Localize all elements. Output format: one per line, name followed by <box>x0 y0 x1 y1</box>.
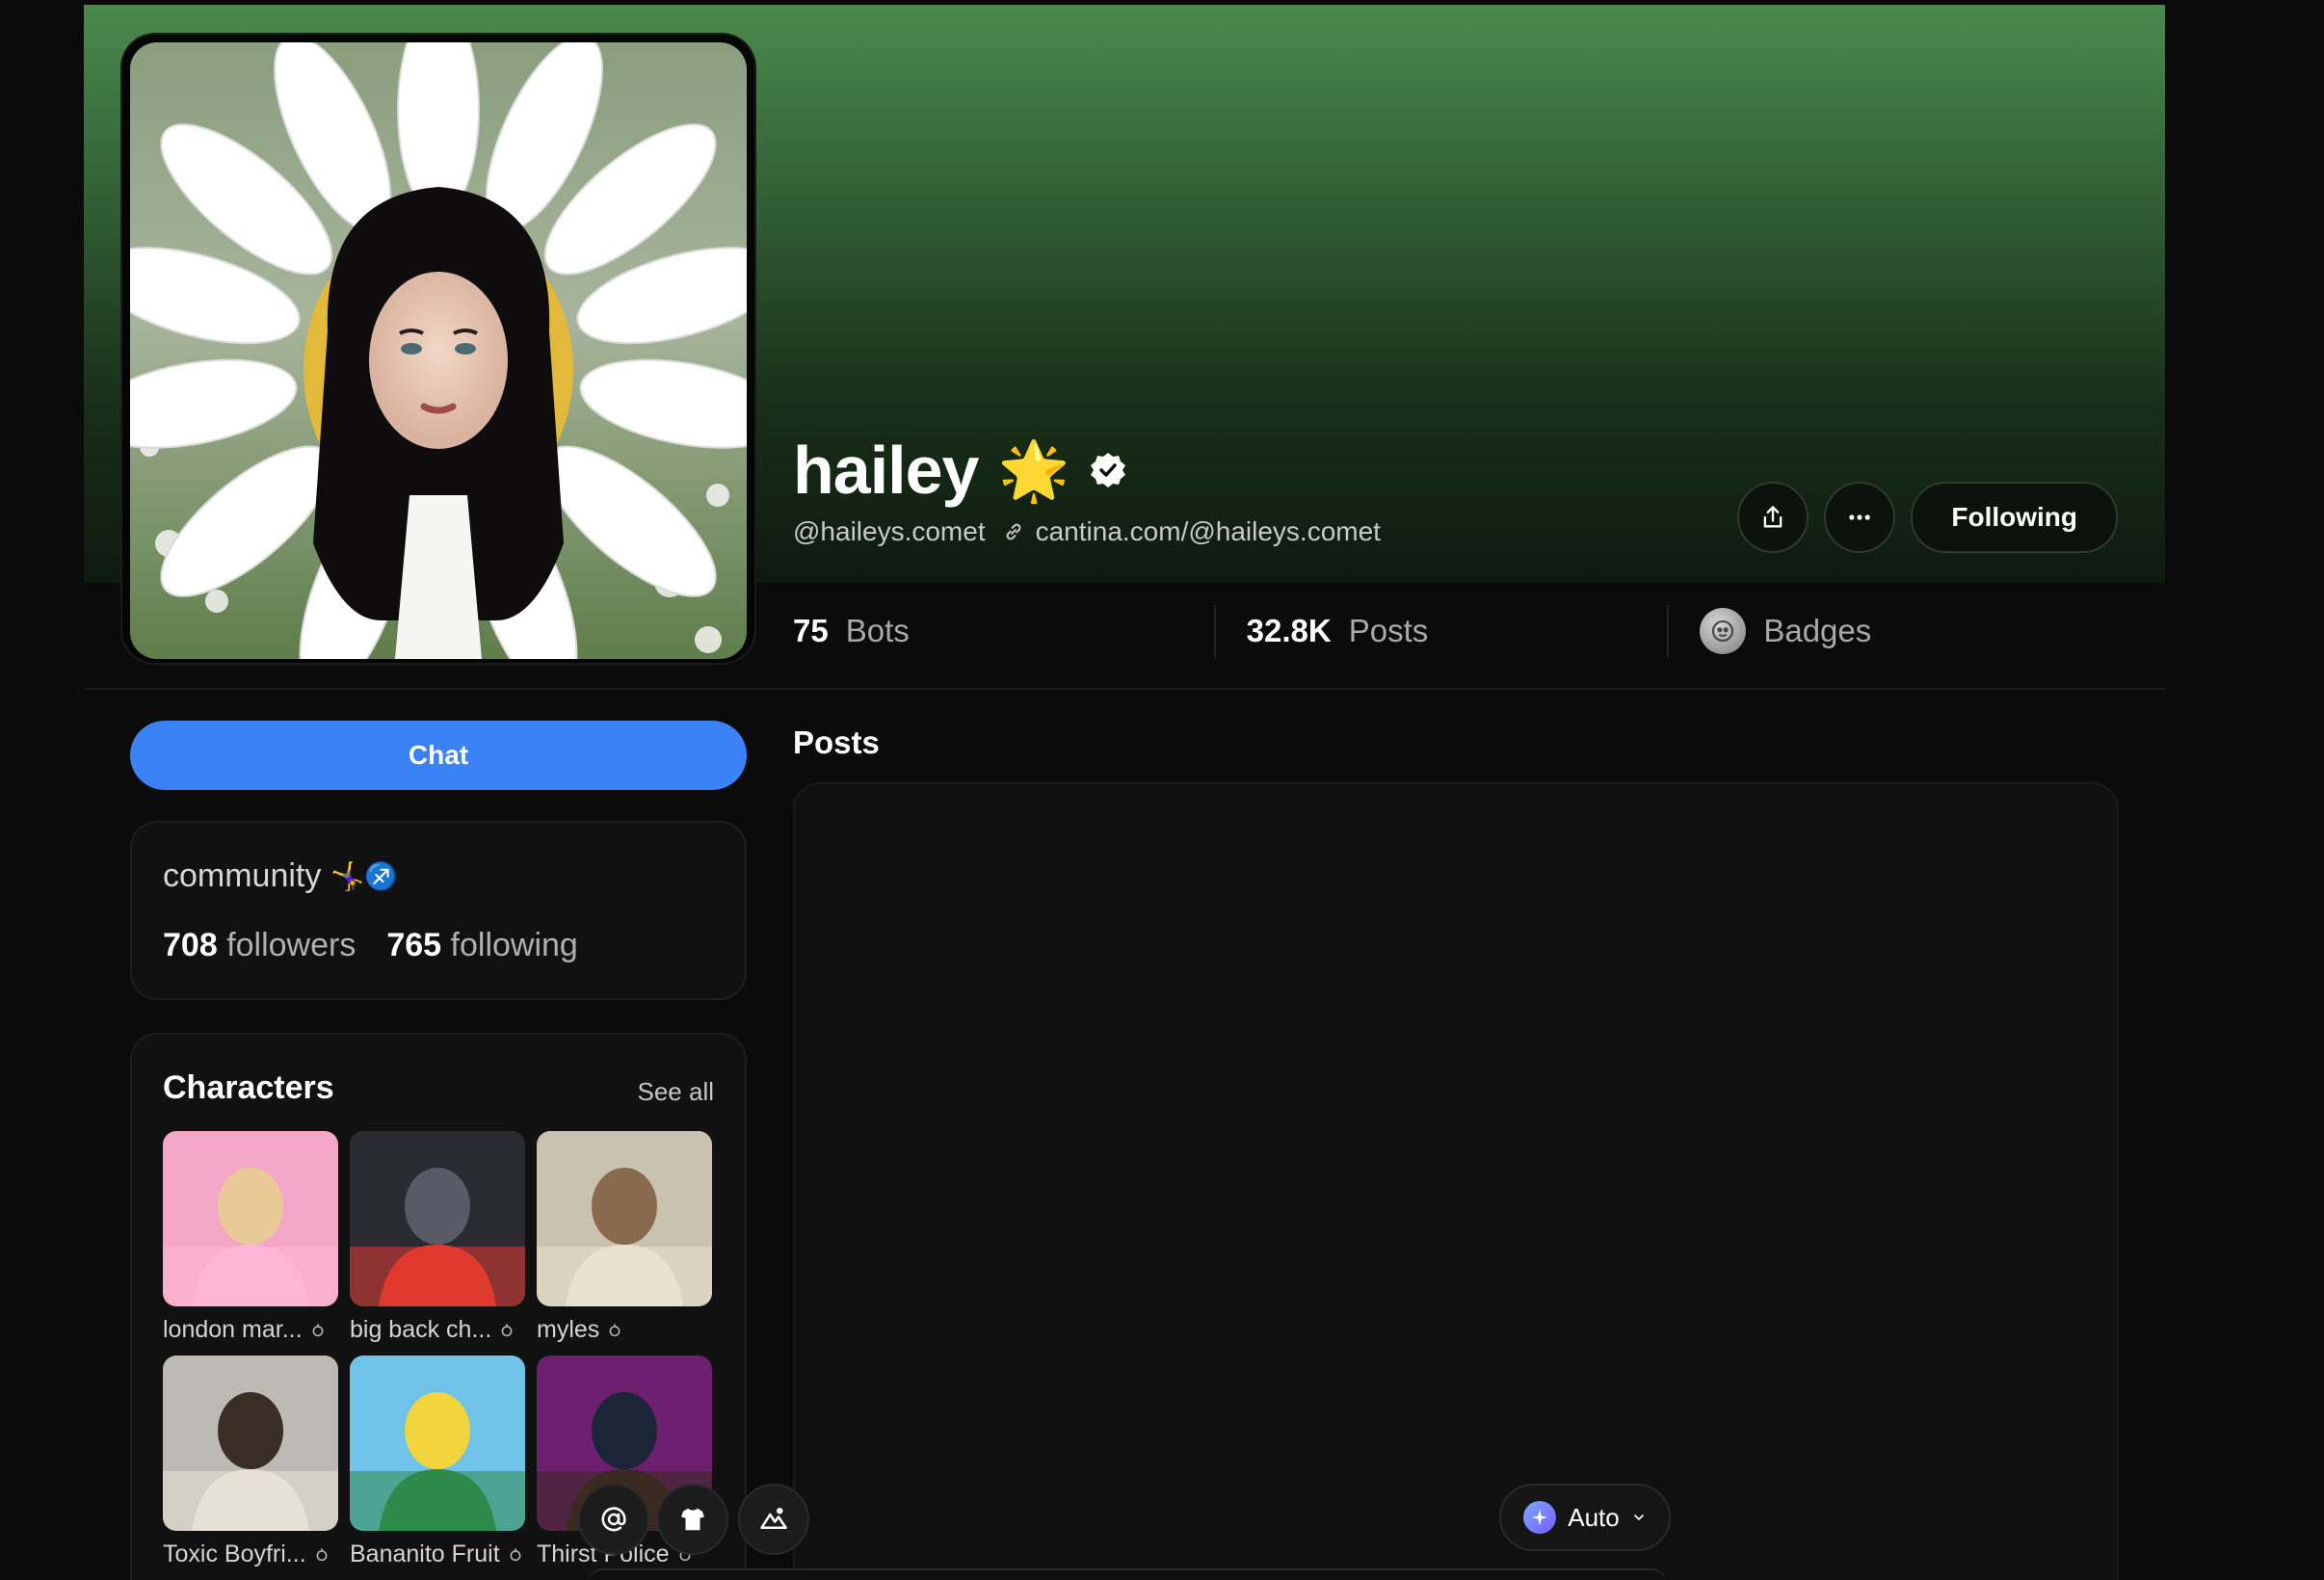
character-thumbnail <box>163 1356 338 1531</box>
posts-section-title: Posts <box>793 724 880 760</box>
character-name: london mar... <box>163 1316 303 1343</box>
stat-bots[interactable]: 75 Bots <box>793 613 1214 649</box>
characters-card: Characters See all london mar... big back… <box>130 1033 747 1580</box>
mention-button[interactable] <box>578 1484 649 1555</box>
profile-link-text: cantina.com/@haileys.comet <box>1035 516 1381 546</box>
character-label: london mar... <box>163 1316 338 1344</box>
profile-picture[interactable] <box>130 42 747 659</box>
sparkle-icon <box>1523 1501 1557 1534</box>
stat-badges[interactable]: Badges <box>1667 605 2121 657</box>
image-icon <box>759 1505 788 1534</box>
character-name: Bananito Fruit <box>350 1540 500 1567</box>
more-options-button[interactable] <box>1824 482 1896 553</box>
followers-link[interactable]: 708 followers <box>163 927 356 964</box>
profile-link[interactable]: cantina.com/@haileys.comet <box>1003 516 1381 547</box>
community-title-text: community <box>163 857 322 894</box>
share-icon <box>1759 504 1786 531</box>
share-button[interactable] <box>1737 482 1809 553</box>
at-icon <box>599 1505 628 1534</box>
posts-label: Posts <box>1348 613 1429 648</box>
profile-page: hailey 🌟 @haileys.comet cantina.com/@hai… <box>0 0 2324 1580</box>
following-link[interactable]: 765 following <box>386 927 578 964</box>
profile-handle: @haileys.comet <box>793 516 986 546</box>
character-card[interactable]: big back ch... <box>350 1131 525 1344</box>
following-count: 765 <box>386 927 442 963</box>
bots-label: Bots <box>845 613 910 648</box>
character-thumbnail <box>537 1131 712 1306</box>
image-button[interactable] <box>738 1484 809 1555</box>
character-card[interactable]: Bananito Fruit <box>350 1356 525 1568</box>
chat-count-icon <box>607 1323 622 1338</box>
following-label: following <box>450 927 578 963</box>
profile-actions: Following <box>1737 482 2118 553</box>
community-title: community 🤸‍♀️♐ <box>163 857 398 895</box>
more-icon <box>1846 504 1873 531</box>
stat-posts[interactable]: 32.8K Posts <box>1213 605 1668 657</box>
chat-count-icon <box>314 1547 330 1563</box>
shirt-icon <box>678 1505 707 1534</box>
model-selector[interactable]: Auto <box>1499 1484 1671 1551</box>
characters-title: Characters <box>163 1069 334 1106</box>
chat-count-icon <box>310 1323 326 1338</box>
posts-count: 32.8K <box>1246 613 1332 648</box>
posts-feed <box>793 782 2119 1580</box>
character-label: myles <box>537 1316 712 1344</box>
star-emoji: 🌟 <box>997 437 1070 503</box>
chat-count-icon <box>499 1323 515 1338</box>
followers-label: followers <box>226 927 357 963</box>
character-thumbnail <box>350 1356 525 1531</box>
bots-count: 75 <box>793 613 829 648</box>
character-thumbnail <box>163 1131 338 1306</box>
chat-count-icon <box>508 1547 523 1563</box>
profile-name: hailey <box>793 433 979 508</box>
following-button[interactable]: Following <box>1911 482 2118 553</box>
chat-button[interactable]: Chat <box>130 721 747 790</box>
character-name: big back ch... <box>350 1316 492 1343</box>
character-card[interactable]: london mar... <box>163 1131 338 1344</box>
profile-name-row: hailey 🌟 <box>793 432 1127 509</box>
character-name: myles <box>537 1316 600 1343</box>
character-label: big back ch... <box>350 1316 525 1344</box>
character-label: Toxic Boyfri... <box>163 1540 338 1568</box>
composer-bar[interactable] <box>588 1568 1667 1580</box>
character-label: Bananito Fruit <box>350 1540 525 1568</box>
model-label: Auto <box>1568 1502 1620 1532</box>
community-card: community 🤸‍♀️♐ 708 followers 765 follow… <box>130 821 747 1000</box>
handle-row: @haileys.comet cantina.com/@haileys.come… <box>793 516 1381 547</box>
character-name: Toxic Boyfri... <box>163 1540 306 1567</box>
badge-icon <box>1700 608 1747 654</box>
verified-icon <box>1089 451 1127 489</box>
profile-stats: 75 Bots 32.8K Posts Badges <box>793 597 2121 665</box>
follow-counts: 708 followers 765 following <box>163 927 578 964</box>
link-icon <box>1003 521 1024 542</box>
see-all-link[interactable]: See all <box>638 1077 715 1107</box>
chevron-down-icon <box>1631 1510 1647 1525</box>
header-divider <box>84 688 2165 690</box>
character-card[interactable]: myles <box>537 1131 712 1344</box>
badges-label: Badges <box>1763 613 1872 648</box>
character-thumbnail <box>350 1131 525 1306</box>
followers-count: 708 <box>163 927 218 963</box>
outfit-button[interactable] <box>657 1484 728 1555</box>
community-emojis: 🤸‍♀️♐ <box>330 861 399 891</box>
character-card[interactable]: Toxic Boyfri... <box>163 1356 338 1568</box>
